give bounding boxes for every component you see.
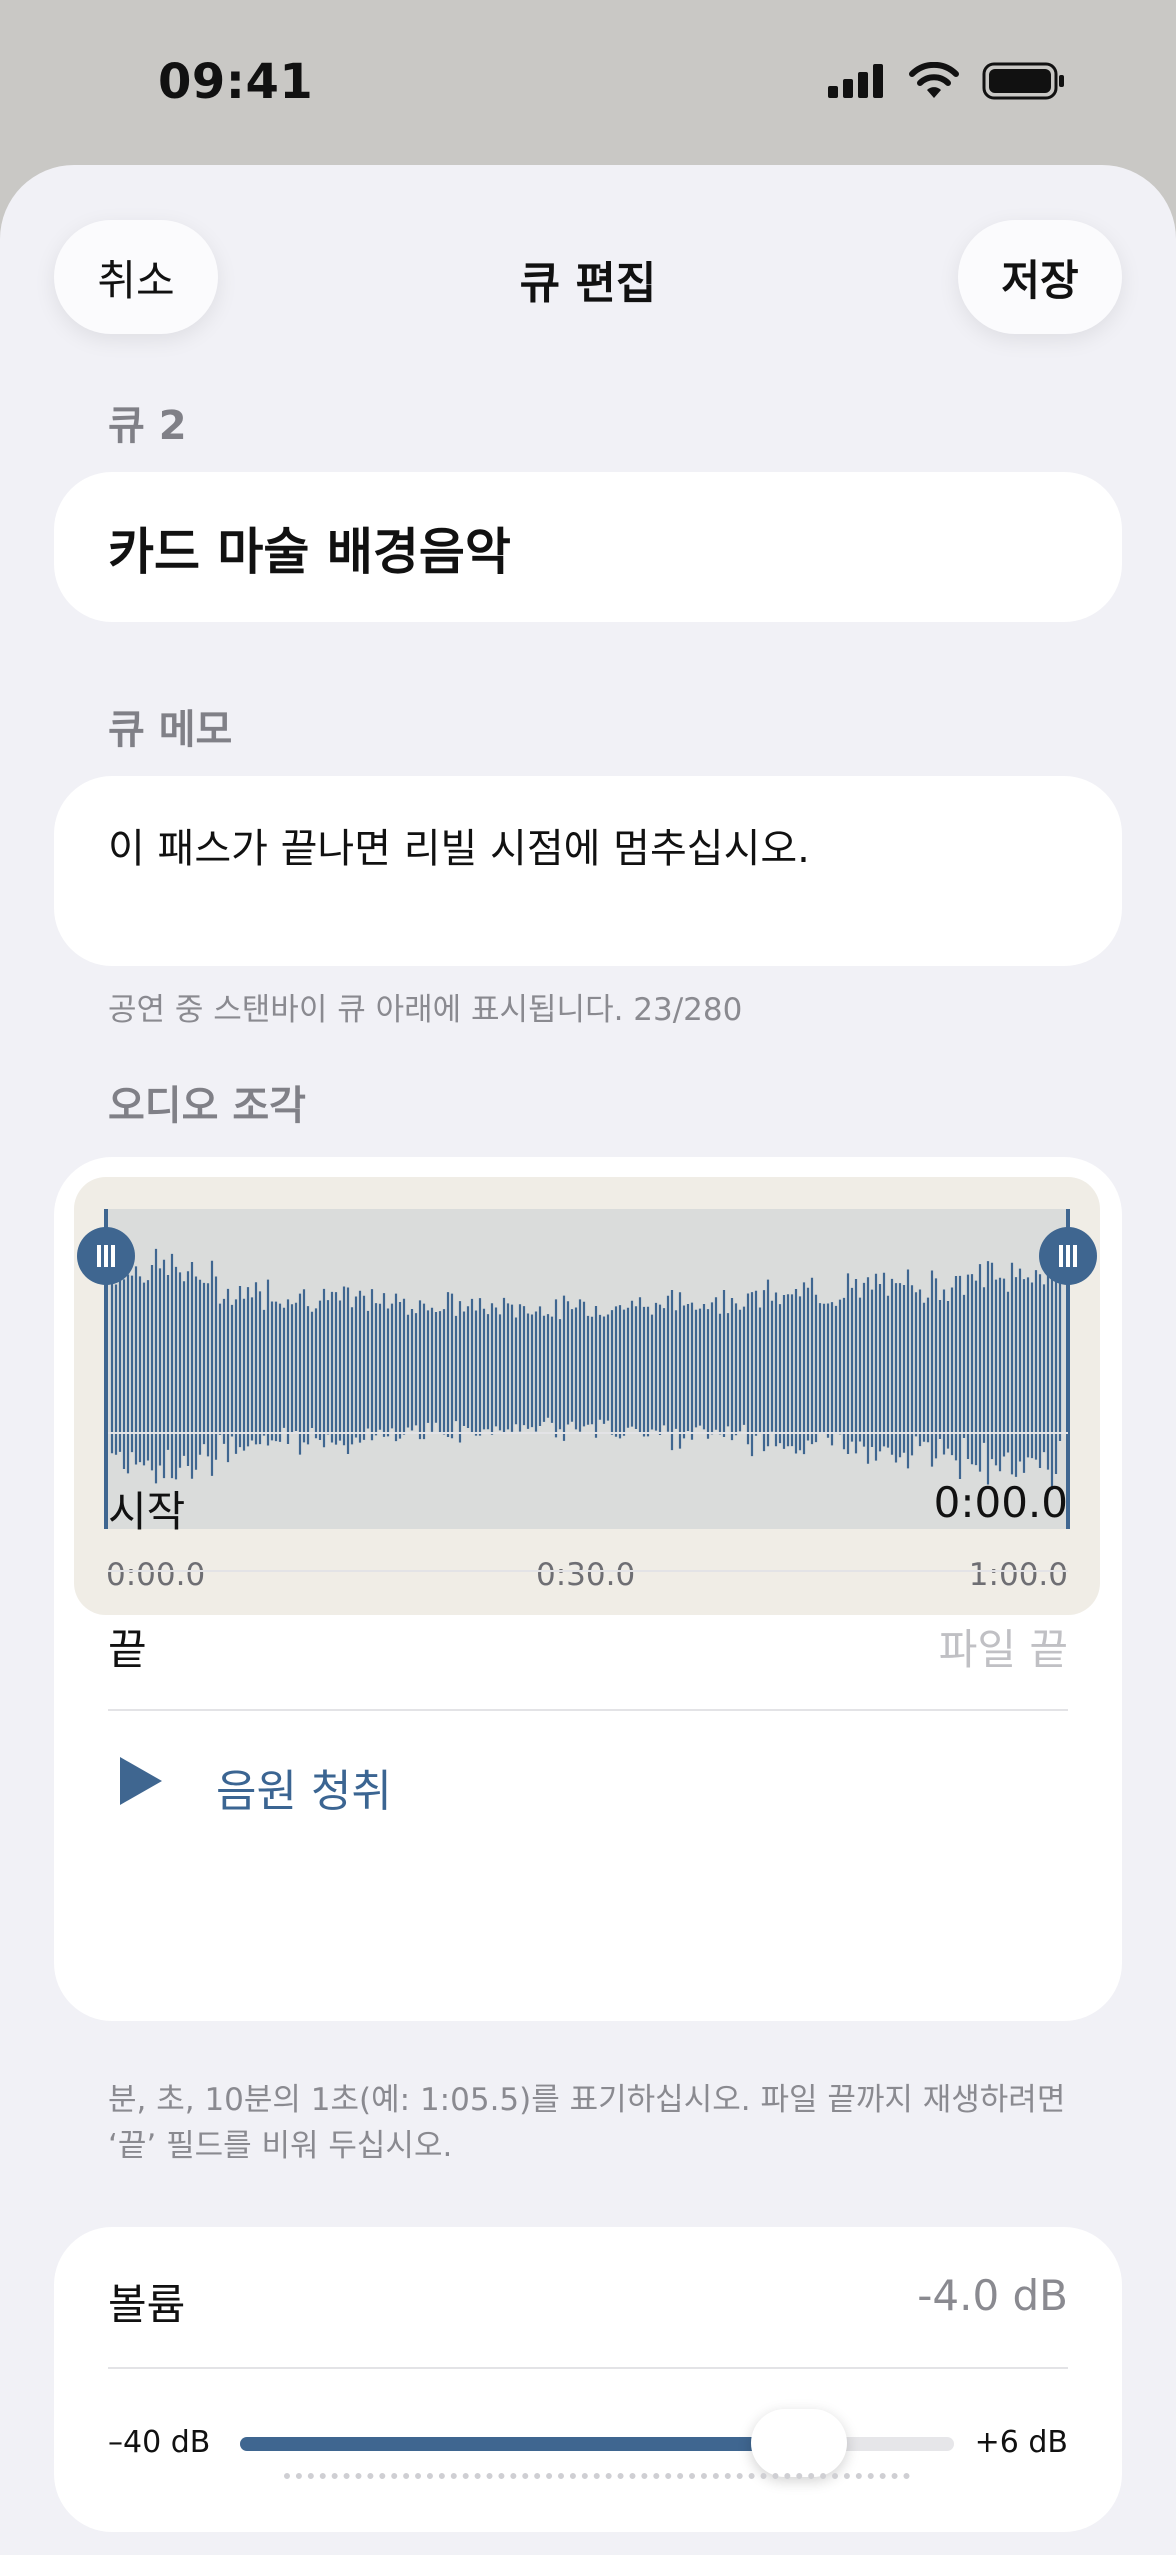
grip-icon (97, 1245, 115, 1267)
play-icon (118, 1755, 164, 1811)
cue-name-value: 카드 마술 배경음악 (108, 523, 511, 581)
volume-slider[interactable] (240, 2409, 954, 2477)
audio-card: 0:00.0 0:30.0 1:00.0 시작 0:00.0 끝 파일 끝 음원… (54, 1157, 1122, 2021)
volume-slider-fill (240, 2437, 799, 2451)
preview-audio-button[interactable]: 음원 청취 (216, 1755, 392, 1819)
memo-field[interactable]: 이 패스가 끝나면 리빌 시점에 멈추십시오. (54, 776, 1122, 966)
volume-slider-ticks (284, 2473, 910, 2485)
end-time-label: 끝 (108, 1625, 147, 1674)
end-time-row[interactable]: 끝 파일 끝 (108, 1570, 1068, 1710)
trim-start-handle[interactable] (77, 1227, 135, 1285)
volume-card: 볼륨 -4.0 dB –40 dB +6 dB (54, 2227, 1122, 2532)
volume-min-label: –40 dB (108, 2425, 211, 2460)
start-time-label: 시작 (108, 1487, 186, 1536)
volume-divider (108, 2367, 1068, 2369)
trim-end-handle[interactable] (1039, 1227, 1097, 1285)
edit-cue-sheet: 취소 큐 편집 저장 큐 2 카드 마술 배경음악 큐 메모 이 패스가 끝나면… (0, 165, 1176, 2555)
status-icons (828, 61, 1066, 104)
audio-section-label: 오디오 조각 (108, 1083, 306, 1129)
save-button[interactable]: 저장 (958, 220, 1122, 334)
start-time-row[interactable]: 시작 0:00.0 (108, 1432, 1068, 1572)
signal-icon (828, 64, 886, 102)
memo-text: 이 패스가 끝나면 리빌 시점에 멈추십시오. (108, 826, 810, 872)
battery-icon (982, 62, 1066, 104)
status-time: 09:41 (158, 54, 314, 110)
volume-max-label: +6 dB (974, 2425, 1068, 2460)
cue-name-field[interactable]: 카드 마술 배경음악 (54, 472, 1122, 622)
end-time-input[interactable]: 파일 끝 (939, 1616, 1068, 1677)
status-bar: 09:41 (0, 0, 1176, 165)
volume-value: -4.0 dB (917, 2271, 1068, 2320)
memo-label: 큐 메모 (108, 707, 233, 753)
audio-helper-text: 분, 초, 10분의 1초(예: 1:05.5)를 표기하십시오. 파일 끝까지… (108, 2082, 1066, 2164)
wifi-icon (908, 61, 960, 104)
cue-number-label: 큐 2 (108, 403, 187, 449)
memo-helper-text: 공연 중 스탠바이 큐 아래에 표시됩니다. 23/280 (108, 992, 743, 1028)
preview-row[interactable]: 음원 청취 (108, 1709, 1068, 1851)
start-time-value[interactable]: 0:00.0 (934, 1478, 1068, 1527)
volume-slider-thumb[interactable] (751, 2409, 847, 2477)
grip-icon (1059, 1245, 1077, 1267)
volume-label: 볼륨 (108, 2280, 186, 2329)
